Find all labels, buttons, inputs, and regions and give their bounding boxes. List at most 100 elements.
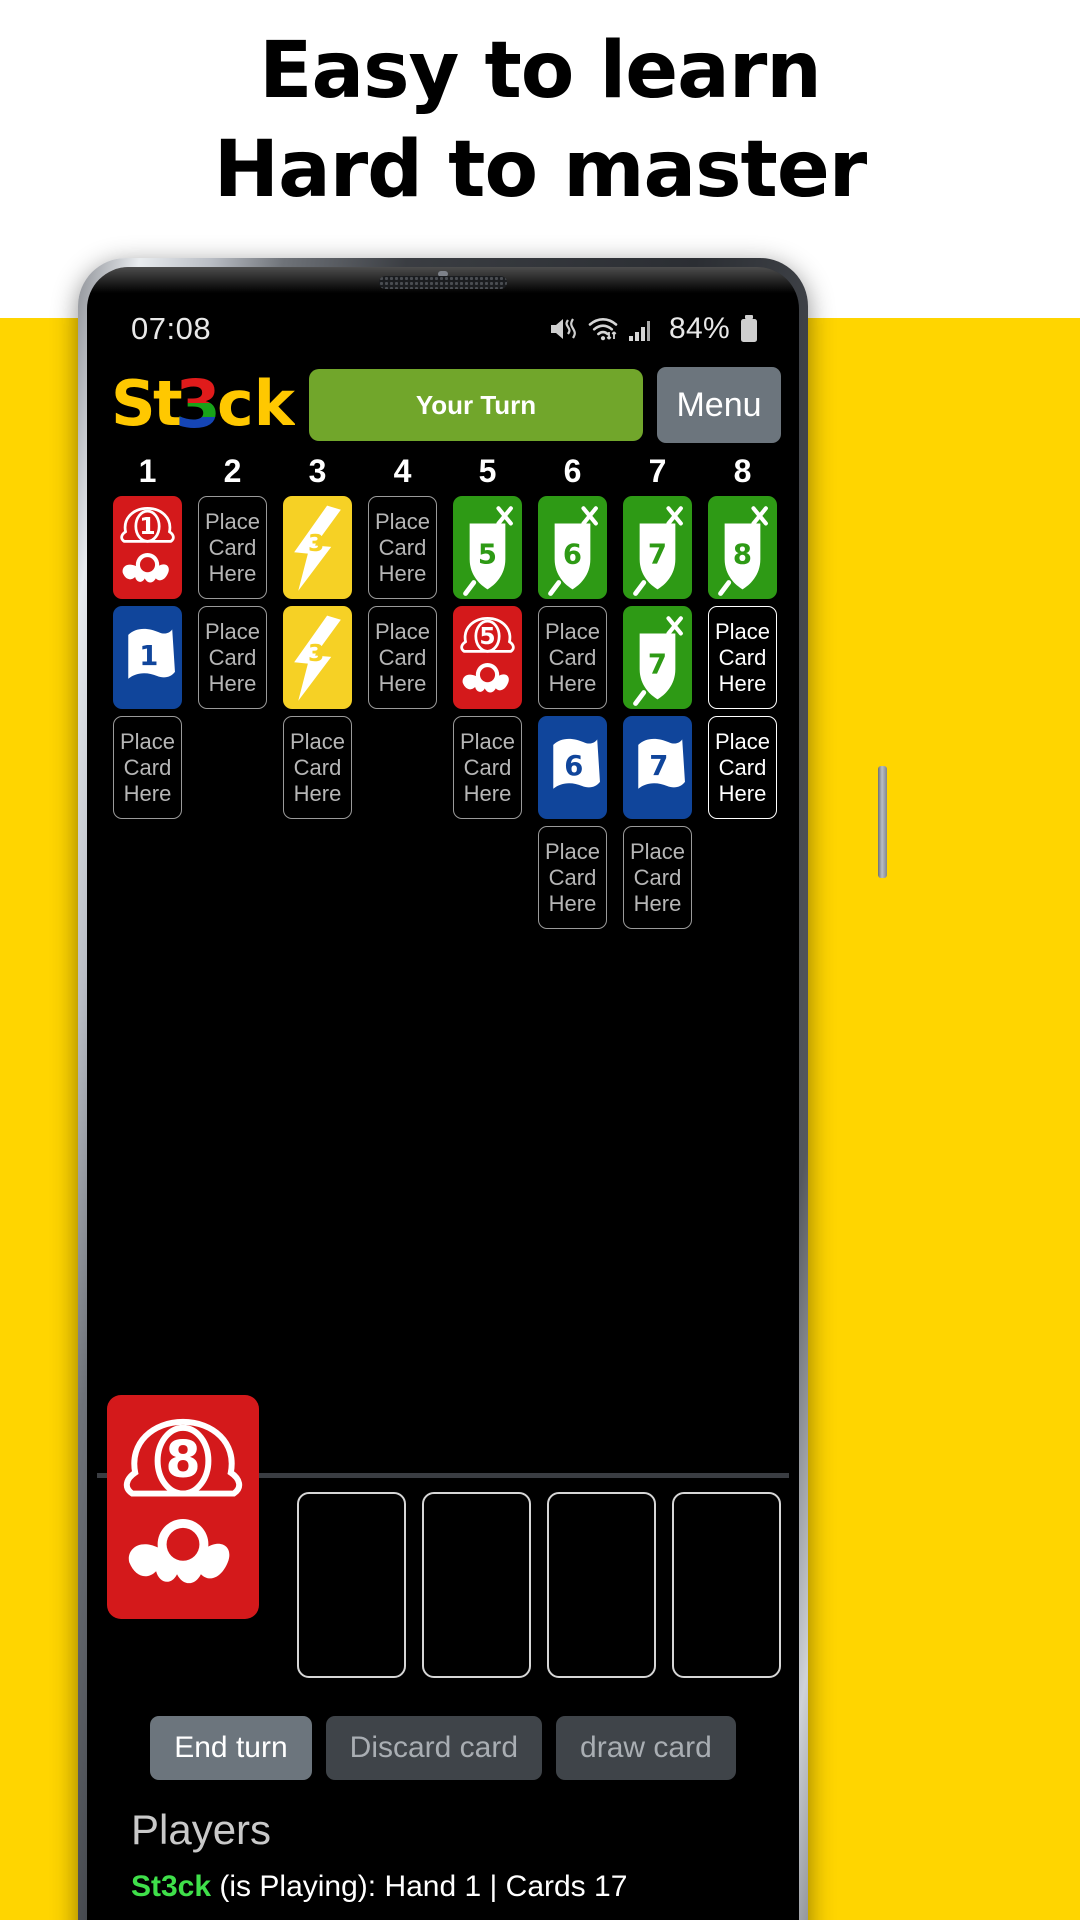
stack-column-3: 3 3 Place Card Here	[279, 496, 356, 819]
players-panel: Players St3ck (is Playing): Hand 1 | Car…	[87, 1780, 799, 1920]
slot-label-line: Here	[208, 560, 257, 586]
column-header-7: 7	[648, 453, 667, 489]
slot-label-line: Card	[548, 864, 597, 890]
slot-label-line: Card	[718, 754, 767, 780]
mute-vibrate-icon	[548, 315, 578, 343]
game-board: 12345678 1 1 Place Card Here Place Card Here P…	[87, 449, 799, 929]
place-card-slot[interactable]: Place Card Here	[368, 496, 437, 599]
shield-sword-icon: 5	[463, 506, 513, 596]
svg-text:3: 3	[308, 639, 324, 667]
game-app: S t 3 3 3 ck Your Turn Menu 1 2 3 4 5 6 …	[87, 355, 799, 1920]
slot-label-line: Here	[293, 780, 342, 806]
stack-column-4: Place Card Here Place Card Here	[364, 496, 441, 709]
end-turn-button[interactable]: End turn	[150, 1716, 312, 1780]
menu-button-label: Menu	[676, 385, 762, 424]
stack-column-5: 5 5 Place Card Here	[449, 496, 526, 819]
flag-banner-icon: 1	[128, 628, 175, 679]
flag-banner-icon: 6	[553, 738, 600, 789]
battery-icon	[739, 314, 759, 344]
promo-headline: Easy to learn Hard to master	[0, 22, 1080, 220]
draw-card-button[interactable]: draw card	[556, 1716, 736, 1780]
slot-label-line: Card	[548, 644, 597, 670]
crown-mustache-icon: 5	[460, 616, 515, 693]
svg-text:6: 6	[563, 539, 582, 570]
card-yellow-3[interactable]: 3	[283, 496, 352, 599]
place-card-slot[interactable]: Place Card Here	[708, 716, 777, 819]
card-blue-1[interactable]: 1	[113, 606, 182, 709]
slot-label-line: Here	[548, 890, 597, 916]
wifi-icon	[587, 315, 619, 343]
player-name: St3ck	[131, 1870, 212, 1903]
card-red-1[interactable]: 1	[113, 496, 182, 599]
status-clock: 07:08	[131, 311, 212, 346]
players-title: Players	[131, 1806, 272, 1853]
column-header-6: 6	[563, 453, 582, 489]
svg-text:S: S	[111, 371, 156, 439]
place-card-slot[interactable]: Place Card Here	[453, 716, 522, 819]
hand-area: 8 End turn Discard card draw card Player…	[87, 1395, 799, 1920]
column-header-3: 3	[308, 453, 327, 489]
place-card-slot[interactable]: Place Card Here	[538, 826, 607, 929]
card-green-8[interactable]: 8	[708, 496, 777, 599]
hand-empty-slot[interactable]	[672, 1492, 781, 1678]
side-button-right[interactable]	[878, 766, 887, 878]
place-card-slot[interactable]: Place Card Here	[113, 716, 182, 819]
place-card-slot[interactable]: Place Card Here	[283, 716, 352, 819]
slot-label-line: Place	[374, 618, 431, 644]
hand-empty-slot[interactable]	[297, 1492, 406, 1678]
svg-text:7: 7	[649, 751, 668, 782]
phone-screen: 07:08 84% S t 3 3 3 ck Your Turn Menu 1 …	[87, 267, 799, 1920]
promo-screenshot: Easy to learn Hard to master 07:08 84% S…	[0, 0, 1080, 1920]
cellular-signal-icon	[628, 315, 658, 343]
slot-label-line: Here	[378, 560, 427, 586]
place-card-slot[interactable]: Place Card Here	[198, 496, 267, 599]
stack-column-1: 1 1 Place Card Here	[109, 496, 186, 819]
place-card-slot[interactable]: Place Card Here	[198, 606, 267, 709]
place-card-slot[interactable]: Place Card Here	[623, 826, 692, 929]
slot-label-line: Place	[289, 728, 346, 754]
crown-mustache-icon: 8	[123, 1418, 243, 1584]
status-bar: 07:08 84%	[87, 303, 799, 355]
svg-text:ck: ck	[217, 371, 295, 439]
card-blue-6[interactable]: 6	[538, 716, 607, 819]
card-blue-7[interactable]: 7	[623, 716, 692, 819]
your-turn-banner: Your Turn	[309, 369, 643, 441]
crown-mustache-icon: 1	[120, 506, 175, 583]
card-red-5[interactable]: 5	[453, 606, 522, 709]
slot-label-line: Here	[123, 780, 172, 806]
slot-label-line: Here	[463, 780, 512, 806]
hand-empty-slot[interactable]	[422, 1492, 531, 1678]
slot-label-line: Card	[378, 644, 427, 670]
slot-label-line: Place	[204, 508, 261, 534]
card-yellow-3[interactable]: 3	[283, 606, 352, 709]
place-card-slot[interactable]: Place Card Here	[368, 606, 437, 709]
discard-card-label: Discard card	[349, 1731, 519, 1764]
hand-empty-slot[interactable]	[547, 1492, 656, 1678]
place-card-slot[interactable]: Place Card Here	[708, 606, 777, 709]
slot-label-line: Here	[718, 780, 767, 806]
stack-column-2: Place Card Here Place Card Here	[194, 496, 271, 709]
svg-text:3: 3	[308, 529, 324, 557]
card-green-7[interactable]: 7	[623, 496, 692, 599]
player-row: St3ck (is Playing): Hand 1 | Cards 17	[131, 1868, 799, 1906]
svg-text:5: 5	[478, 539, 497, 570]
svg-text:6: 6	[564, 751, 583, 782]
earpiece-speaker	[379, 276, 507, 289]
lightning-bolt-icon: 3	[294, 505, 341, 591]
slot-label-line: Here	[208, 670, 257, 696]
draw-card-label: draw card	[580, 1731, 712, 1764]
place-card-slot[interactable]: Place Card Here	[538, 606, 607, 709]
slot-label-line: Card	[378, 534, 427, 560]
slot-label-line: Card	[463, 754, 512, 780]
slot-label-line: Place	[714, 618, 771, 644]
battery-percent-label: 84%	[669, 312, 730, 345]
slot-label-line: Here	[718, 670, 767, 696]
discard-card-button[interactable]: Discard card	[325, 1716, 543, 1780]
card-green-7[interactable]: 7	[623, 606, 692, 709]
card-green-6[interactable]: 6	[538, 496, 607, 599]
stack-column-6: 6 Place Card Here 6 Place Card Here	[534, 496, 611, 929]
menu-button[interactable]: Menu	[657, 367, 781, 443]
selected-hand-card[interactable]: 8	[107, 1395, 259, 1619]
card-green-5[interactable]: 5	[453, 496, 522, 599]
hand-row: 8	[87, 1395, 799, 1694]
